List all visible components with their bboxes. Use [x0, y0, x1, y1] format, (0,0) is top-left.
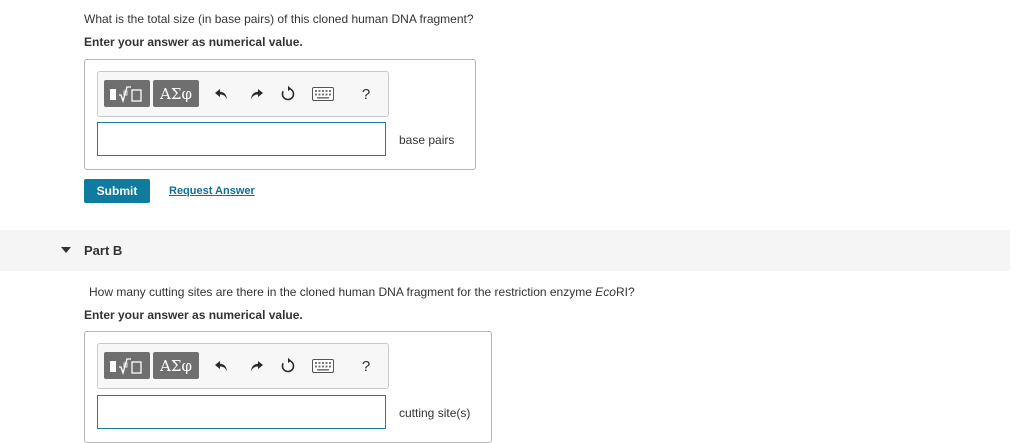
keyboard-icon[interactable] [311, 356, 335, 376]
part-b-answer-input[interactable] [97, 395, 386, 429]
part-a-unit-label: base pairs [399, 133, 455, 147]
templates-icon [110, 357, 142, 375]
redo-icon[interactable] [246, 356, 266, 376]
part-b-header[interactable]: Part B [0, 230, 1010, 271]
part-b-instruction: Enter your answer as numerical value. [84, 308, 303, 322]
keyboard-icon[interactable] [311, 84, 335, 104]
reset-icon[interactable] [278, 84, 298, 104]
part-a-instruction: Enter your answer as numerical value. [84, 35, 303, 49]
undo-icon[interactable] [212, 356, 232, 376]
part-b-title: Part B [84, 243, 123, 258]
templates-icon [110, 85, 142, 103]
part-b-question-suffix: RI? [615, 285, 635, 299]
part-b-math-toolbar: ΑΣφ ? [97, 343, 389, 389]
help-icon[interactable]: ? [356, 356, 376, 376]
help-icon[interactable]: ? [356, 84, 376, 104]
part-a-answer-box: ΑΣφ ? base pairs [84, 59, 476, 170]
symbols-button[interactable]: ΑΣφ [153, 80, 199, 107]
request-answer-link[interactable]: Request Answer [169, 185, 255, 197]
symbols-button[interactable]: ΑΣφ [153, 352, 199, 379]
part-b-question-prefix: How many cutting sites are there in the … [89, 285, 596, 299]
submit-button[interactable]: Submit [84, 179, 150, 203]
part-a-answer-input[interactable] [97, 122, 386, 156]
part-b-question-enzyme: Eco [595, 285, 616, 299]
templates-button[interactable] [104, 80, 150, 107]
templates-button[interactable] [104, 352, 150, 379]
part-b-question: How many cutting sites are there in the … [89, 285, 635, 299]
part-a-math-toolbar: ΑΣφ ? [97, 71, 389, 117]
part-b-answer-box: ΑΣφ ? cutting site(s) [84, 331, 492, 443]
reset-icon[interactable] [278, 356, 298, 376]
redo-icon[interactable] [246, 84, 266, 104]
part-b-unit-label: cutting site(s) [399, 406, 471, 420]
undo-icon[interactable] [212, 84, 232, 104]
caret-down-icon [61, 247, 71, 253]
part-a-question: What is the total size (in base pairs) o… [84, 12, 474, 26]
